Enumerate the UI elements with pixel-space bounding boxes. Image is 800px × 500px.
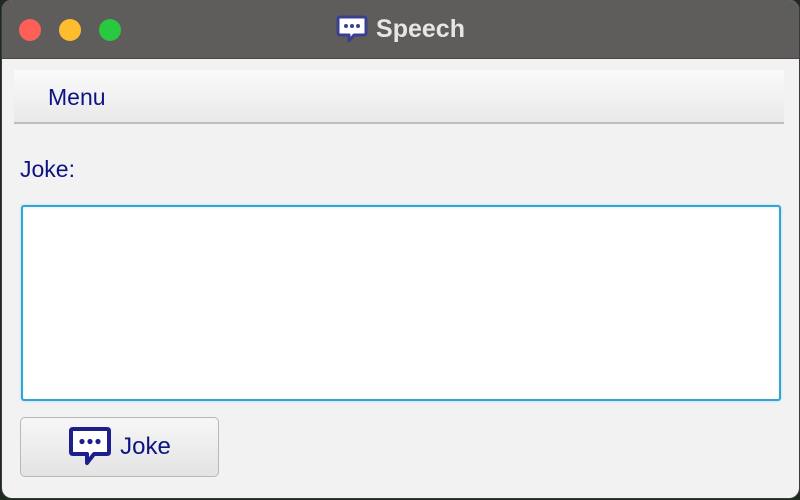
joke-text-area[interactable] — [21, 205, 781, 401]
title-bar: Speech — [2, 0, 799, 59]
joke-button-label: Joke — [120, 433, 171, 460]
window-title-group: Speech — [2, 0, 799, 58]
joke-button[interactable]: Joke — [20, 417, 219, 477]
menu-bar: Menu — [14, 70, 784, 124]
joke-label: Joke: — [20, 156, 75, 182]
speech-bubble-icon — [69, 427, 112, 465]
app-window: Speech Menu Joke: Joke — [2, 0, 799, 498]
menu-item-menu[interactable]: Menu — [48, 84, 106, 111]
speech-bubble-icon — [336, 15, 368, 43]
window-title: Speech — [376, 14, 465, 43]
